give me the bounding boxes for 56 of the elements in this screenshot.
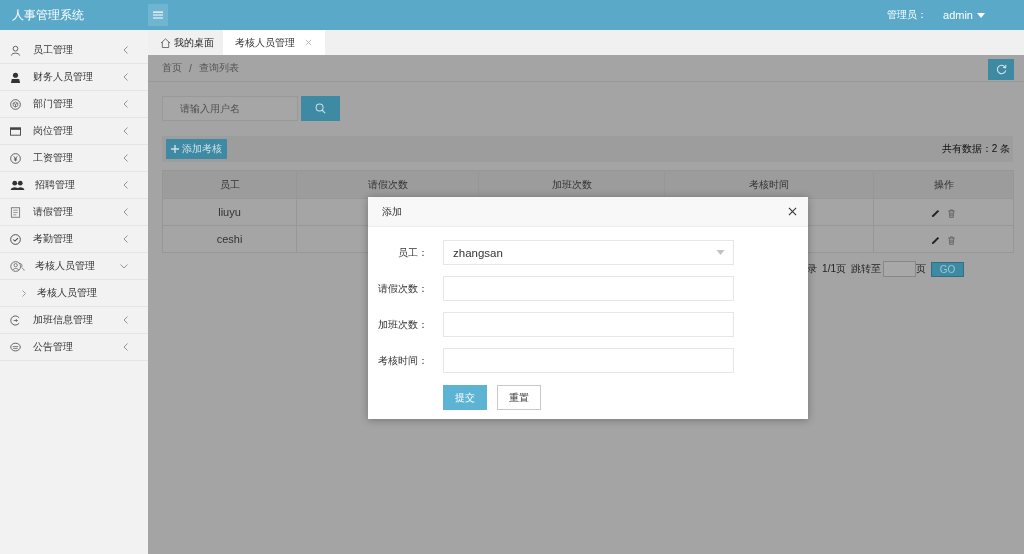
text-field[interactable] [443,348,734,373]
yen-coin-icon [10,152,21,164]
edit-icon[interactable] [930,208,940,218]
chat-bubble-icon [10,341,21,353]
text-field[interactable] [443,312,734,337]
home-icon [160,37,171,48]
page-suffix: 页 [916,262,926,276]
person-icon [10,71,21,83]
field-label: 加班次数： [377,317,429,332]
column-header: 加班次数 [478,170,665,199]
column-header: 考核时间 [664,170,874,199]
document-icon [10,206,21,218]
column-header: 请假次数 [296,170,479,199]
edit-icon[interactable] [930,235,940,245]
menu-icon [153,11,163,19]
select-field[interactable]: zhangsan [443,240,734,265]
person-outline-icon [10,44,21,56]
card-icon [10,125,21,137]
page-count: 1/1页 [822,262,846,276]
table-cell: liuyu [162,198,297,226]
search-field[interactable]: 请输入用户名 [162,96,298,121]
plus-icon [171,145,179,153]
delete-icon[interactable] [947,235,957,245]
tab[interactable]: 考核人员管理 [223,30,325,55]
cube-icon [10,98,21,110]
column-header: 员工 [162,170,297,199]
caret-icon [716,250,725,255]
reset-button[interactable]: 重置 [497,385,541,410]
jump-label: 跳转至 [851,262,881,276]
record-summary-text: 录 [807,262,818,276]
user-label: 管理员： [887,8,928,22]
page-input[interactable] [883,261,916,277]
dialog-title: 添加 [382,204,403,219]
refresh-icon [995,64,1007,75]
breadcrumb-separator: / [189,62,192,74]
refresh-button[interactable] [988,59,1014,80]
field-label: 考核时间： [377,353,429,368]
field-label: 员工： [397,245,429,260]
menu-toggle-button[interactable] [148,4,168,26]
search-button[interactable] [301,96,340,121]
users-outline-icon [10,260,25,272]
column-header: 操作 [873,170,1014,199]
people-icon [10,179,25,191]
table-cell: ceshi [162,225,297,253]
search-icon [315,103,326,114]
chevron-right-icon [22,289,26,297]
check-circle-icon [10,233,21,245]
tab[interactable]: 我的桌面 [160,30,223,55]
app-title: 人事管理系统 [11,6,85,24]
total-count: 共有数据：2 条 [941,142,1010,156]
caret-icon [977,12,985,18]
text-field[interactable] [443,276,734,301]
close-icon[interactable] [788,207,797,216]
field-label: 请假次数： [377,281,429,296]
circle-arrow-icon [10,314,21,326]
delete-icon[interactable] [947,208,957,218]
